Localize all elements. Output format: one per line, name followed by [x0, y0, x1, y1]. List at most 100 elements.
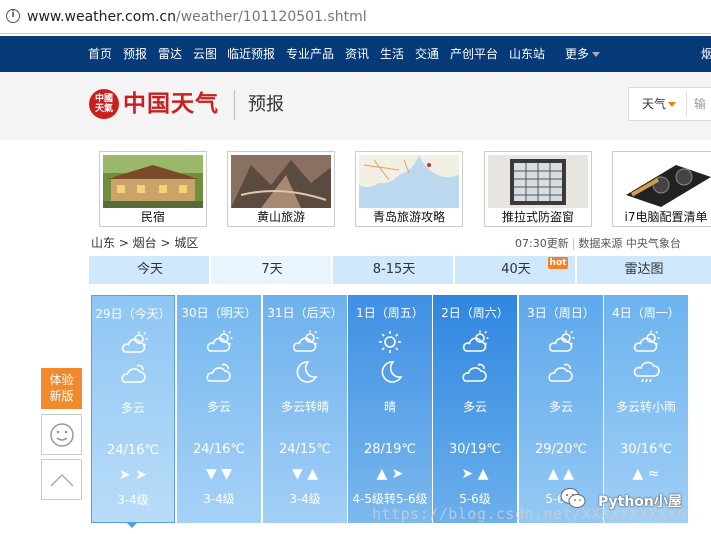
address-bar[interactable]: i www.weather.com.cn/weather/101120501.s… [0, 0, 711, 34]
day-date: 1日（周五） [356, 306, 424, 320]
chevron-down-icon [592, 52, 601, 57]
logo-seal-icon: 中國 天氣 [89, 89, 119, 119]
forecast-day-card[interactable]: 4日（周一） 多云转小雨 30/16℃ ▲ ≈ [604, 295, 688, 523]
ad-caption: 青岛旅游攻略 [372, 210, 445, 224]
chevron-up-icon [50, 473, 74, 487]
ad-thumb-pc [616, 155, 711, 208]
url-text[interactable]: www.weather.com.cn/weather/101120501.sht… [27, 8, 367, 26]
wind-direction-icon: ▲ ≈ [632, 466, 660, 482]
nav-item-traffic[interactable]: 交通 [415, 46, 439, 62]
day-date: 31日（后天） [267, 306, 343, 320]
nav-more-label: 更多 [565, 47, 590, 61]
tab-label: 雷达图 [624, 262, 664, 277]
try-new-version-label: 体验新版 [49, 373, 74, 403]
cloudy-icon [205, 359, 233, 385]
search-type-label: 天气 [642, 97, 667, 111]
tab-7days[interactable]: 7天 [211, 256, 333, 284]
tab-8-15days[interactable]: 8-15天 [333, 256, 455, 284]
feedback-button[interactable] [41, 414, 82, 455]
tab-label: 8-15天 [372, 262, 416, 277]
forecast-day-card[interactable]: 29日（今天） 多云 24/16℃ ➤ ➤ 3-4级 [91, 295, 175, 523]
day-date: 30日（明天） [181, 306, 257, 320]
tab-label: 今天 [136, 262, 163, 277]
nav-item-news[interactable]: 资讯 [345, 46, 369, 62]
day-temperature: 30/19℃ [448, 442, 502, 457]
ad-card-qingdao[interactable]: 青岛旅游攻略 [355, 151, 463, 227]
ad-card-huangshan[interactable]: 黄山旅游 [227, 151, 335, 227]
breadcrumb[interactable]: 山东 > 烟台 > 城区 [91, 235, 198, 251]
ad-caption: i7电脑配置清单 [624, 210, 708, 224]
cloudy-sun-icon [120, 330, 148, 356]
cloudy-sun-icon [205, 329, 233, 355]
watermark-account: Python小屋 [598, 494, 682, 510]
nav-item-home[interactable]: 首页 [88, 46, 112, 62]
nav-item-radar[interactable]: 雷达 [158, 46, 182, 62]
day-wind-level: 3-4级 [117, 493, 149, 507]
try-new-version-button[interactable]: 体验新版 [41, 368, 82, 409]
cloudy-icon [120, 360, 148, 386]
wind-direction-icon: ▼ ▼ [206, 466, 232, 482]
cloudy-sun-icon [632, 329, 660, 355]
wind-direction-icon: ➤ ▲ [461, 466, 489, 482]
day-weather: 多云 [462, 400, 487, 414]
forecast-day-card[interactable]: 30日（明天） 多云 24/16℃ ▼ ▼ 3-4级 [177, 295, 261, 523]
day-temperature: 24/15℃ [278, 442, 332, 457]
tab-radar[interactable]: 雷达图 [577, 256, 711, 284]
nav-item-life[interactable]: 生活 [380, 46, 404, 62]
day-temperature: 28/19℃ [363, 442, 417, 457]
wind-direction-icon: ▲ ▲ [548, 466, 574, 482]
nav-item-shandong[interactable]: 山东站 [509, 46, 545, 62]
nav-item-cut[interactable]: 烟 [701, 46, 711, 62]
nav-item-cloud[interactable]: 云图 [193, 46, 217, 62]
day-date: 3日（周日） [527, 306, 595, 320]
ad-card-pc[interactable]: i7电脑配置清单 [612, 151, 711, 227]
cloudy-sun-icon [291, 329, 319, 355]
wechat-icon [560, 488, 586, 508]
ad-caption: 民宿 [140, 210, 165, 224]
url-path: /weather/101120501.shtml [175, 9, 367, 25]
smiley-icon [50, 423, 74, 447]
nav-item-platform[interactable]: 产创平台 [450, 46, 498, 62]
wind-direction-icon: ▼ ▲ [292, 466, 318, 482]
data-source: 数据来源 中央气象台 [578, 237, 681, 250]
chevron-down-icon [668, 102, 677, 107]
forecast-tabs: 今天 7天 8-15天 40天 雷达图 [89, 256, 711, 284]
cloudy-icon [461, 359, 489, 385]
day-weather: 多云转晴 [280, 400, 329, 414]
site-logo[interactable]: 中国天气 [123, 88, 219, 120]
logo-divider [234, 90, 235, 120]
forecast-day-card[interactable]: 31日（后天） 多云转晴 24/15℃ ▼ ▲ 3-4级 [263, 295, 347, 523]
day-weather: 多云转小雨 [615, 400, 676, 414]
rain-icon [632, 359, 660, 385]
cloudy-sun-icon [547, 329, 575, 355]
day-temperature: 24/16℃ [106, 443, 160, 458]
cloudy-icon [547, 359, 575, 385]
day-date: 4日（周一） [612, 306, 680, 320]
forecast-day-card[interactable]: 2日（周六） 多云 30/19℃ ➤ ▲ 5-6级 [433, 295, 517, 523]
nav-item-products[interactable]: 专业产品 [286, 46, 334, 62]
ad-thumb-qingdao [359, 155, 459, 208]
cloudy-sun-icon [461, 329, 489, 355]
wind-direction-icon: ➤ ➤ [119, 467, 147, 483]
ad-caption: 黄山旅游 [256, 210, 305, 224]
nav-item-forecast[interactable]: 预报 [123, 46, 147, 62]
moon-icon [291, 359, 319, 385]
search-input[interactable]: 输 [694, 96, 706, 112]
ad-thumb-huangshan [231, 155, 331, 208]
back-to-top-button[interactable] [41, 459, 82, 500]
ad-card-homestay[interactable]: 民宿 [99, 151, 207, 227]
site-info-icon[interactable]: i [6, 9, 20, 23]
day-weather: 多云 [206, 400, 231, 414]
update-time: 07:30更新 [515, 237, 569, 250]
day-temperature: 29/20℃ [534, 442, 588, 457]
search-type-select[interactable]: 天气 [642, 96, 677, 112]
nav-item-nowcast[interactable]: 临近预报 [227, 46, 275, 62]
ad-card-window[interactable]: 推拉式防盗窗 [484, 151, 592, 227]
forecast-day-card[interactable]: 1日（周五）晴 28/19℃ ▲ ➤ 4-5级转5-6级 [348, 295, 432, 523]
day-date: 2日（周六） [441, 306, 509, 320]
tab-today[interactable]: 今天 [89, 256, 211, 284]
tab-label: 40天 [501, 262, 531, 277]
day-temperature: 30/16℃ [619, 442, 673, 457]
nav-item-more[interactable]: 更多 [565, 46, 601, 62]
search-divider [686, 92, 687, 116]
